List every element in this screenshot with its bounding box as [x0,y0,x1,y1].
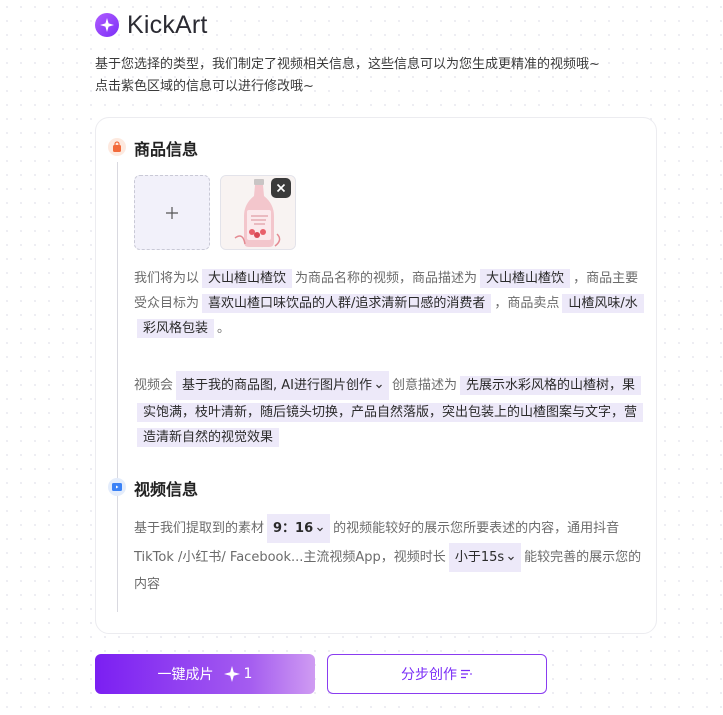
kickart-logo-icon [95,13,119,37]
timeline-line [117,162,118,612]
upload-image-button[interactable] [134,175,210,250]
credit-cost-value: 1 [243,666,253,682]
remove-image-button[interactable] [271,178,291,198]
credit-cost: 1 [223,666,253,682]
product-name-field[interactable]: 大山楂山楂饮 [202,269,293,288]
product-description-field[interactable]: 大山楂山楂饮 [480,269,571,288]
creative-paragraph: 视频会 基于我的商品图, AI进行图片创作 创意描述为 先展示水彩风格的山楂树，果实饱… [134,371,646,450]
chevron-down-icon [508,556,515,560]
duration-select[interactable]: 小于15s [448,543,522,572]
target-audience-field[interactable]: 喜欢山楂口味饮品的人群/追求清新口感的消费者 [202,294,492,313]
product-section-title: 商品信息 [134,140,199,159]
one-click-generate-button[interactable]: 一键成片 1 [95,654,315,694]
steps-icon [461,669,472,679]
step-by-step-create-button[interactable]: 分步创作 [327,654,547,694]
text-segment: 创意描述为 [392,378,458,393]
aspect-ratio-select[interactable]: 9：16 [267,514,331,543]
text-segment: 为商品名称的视频，商品描述为 [295,271,478,286]
shopping-bag-icon [108,138,126,156]
intro-line-2: 点击紫色区域的信息可以进行修改哦~ [95,79,314,94]
intro-line-1: 基于您选择的类型，我们制定了视频相关信息，这些信息可以为您生成更精准的视频哦~ [95,57,600,72]
aspect-ratio-value: 9：16 [273,521,314,536]
product-info-paragraph: 我们将为以 大山楂山楂饮 为商品名称的视频，商品描述为 大山楂山楂饮 ，商品主要受众目标… [134,266,646,341]
app-header: KickArt [95,10,208,40]
chevron-down-icon [376,384,382,388]
info-card: 商品信息 我们将为以 大山楂山楂饮 为商品名称的视频，商品描述为 大山楂山楂饮 ，商品主… [95,117,657,634]
app-name: KickArt [127,10,208,39]
text-segment: 。 [217,321,231,336]
sparkle-icon [223,666,240,682]
close-icon [276,183,286,193]
text-segment: 基于我们提取到的素材 [134,521,265,536]
video-section-title: 视频信息 [134,480,199,499]
step-by-step-label: 分步创作 [401,667,457,683]
video-info-paragraph: 基于我们提取到的素材 9：16 的视频能较好的展示您所要表述的内容，通用抖音TikT… [134,514,646,597]
text-segment: 视频会 [134,378,174,393]
video-icon [108,478,126,496]
text-segment: 我们将为以 [134,271,200,286]
plus-icon [166,206,178,219]
text-segment: ，商品卖点 [494,296,560,311]
intro-text: 基于您选择的类型，我们制定了视频相关信息，这些信息可以为您生成更精准的视频哦~ … [95,54,695,98]
duration-value: 小于15s [454,550,505,565]
one-click-label: 一键成片 [157,667,214,683]
chevron-down-icon [317,527,324,531]
creation-mode-value: 基于我的商品图, AI进行图片创作 [182,378,373,393]
creation-mode-select[interactable]: 基于我的商品图, AI进行图片创作 [176,371,390,400]
